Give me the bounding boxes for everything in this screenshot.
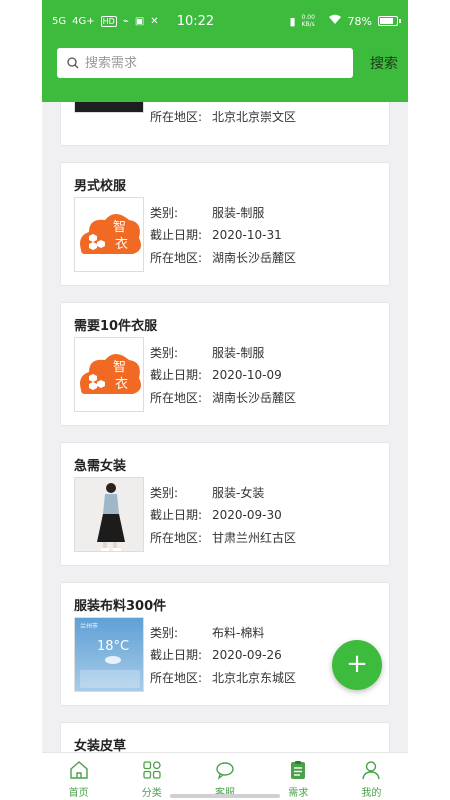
- weather-city: 兰州市: [80, 622, 98, 630]
- region-label: 所在地区:: [150, 250, 203, 265]
- item-title: 需要10件衣服: [74, 319, 158, 334]
- region-value: 北京北京东城区: [212, 670, 297, 685]
- category-value: 服装-制服: [212, 345, 265, 360]
- usb-icon: ⌁: [122, 15, 129, 27]
- item-image: 智 衣: [74, 337, 144, 412]
- search-input[interactable]: [85, 55, 325, 71]
- item-title: 服装布料300件: [74, 599, 167, 614]
- item-image: [74, 477, 144, 552]
- network-indicator-2: 4G+: [72, 15, 95, 27]
- search-box[interactable]: [57, 48, 353, 78]
- clipboard-icon: [291, 761, 306, 779]
- category-value: 服装-女装: [212, 485, 265, 500]
- status-bar: 5G 4G+ HD ⌁ ▣ ✕ 10:22 ▮ 0.00 KB/s 78%: [42, 0, 408, 42]
- bottom-tab-bar: 首页 分类 客服 需求 我的: [42, 752, 408, 800]
- add-demand-button[interactable]: +: [332, 640, 382, 690]
- region-label: 所在地区:: [150, 109, 203, 124]
- list-item[interactable]: 急需女装 类别: 服装-女装 截止日期: 2020-09-30 所在地区: 甘肃兰州红…: [60, 442, 390, 566]
- wifi-icon: [328, 14, 342, 28]
- item-image: [74, 102, 144, 113]
- home-indicator[interactable]: [170, 794, 280, 798]
- deadline-value: 2020-09-30: [212, 507, 282, 522]
- tab-demand[interactable]: 需求: [262, 753, 335, 800]
- tab-mine[interactable]: 我的: [335, 753, 408, 800]
- category-value: 布料-棉料: [212, 625, 265, 640]
- category-label: 类别:: [150, 345, 179, 360]
- category-label: 类别:: [150, 625, 179, 640]
- battery-icon: [378, 16, 401, 26]
- list-item[interactable]: 女装皮草: [60, 722, 390, 752]
- tools-icon: ✕: [150, 15, 159, 27]
- vibrate-icon: ▮: [289, 14, 296, 28]
- logo-char-1: 智: [113, 220, 126, 235]
- tab-label: 分类: [141, 788, 162, 799]
- category-value: 服装-制服: [212, 205, 265, 220]
- item-title: 女装皮草: [74, 739, 127, 752]
- tab-category[interactable]: 分类: [115, 753, 188, 800]
- deadline-value: 2020-10-09: [212, 367, 282, 382]
- search-button[interactable]: 搜索: [370, 53, 398, 73]
- category-label: 类别:: [150, 205, 179, 220]
- logo-char-1: 智: [113, 360, 126, 375]
- grid-icon: [143, 761, 161, 779]
- tab-service[interactable]: 客服: [188, 753, 261, 800]
- network-indicator: 5G: [52, 15, 67, 27]
- region-value: 北京北京崇文区: [212, 109, 297, 124]
- logo-char-2: 衣: [115, 236, 128, 252]
- tab-home[interactable]: 首页: [42, 753, 115, 800]
- sim-icon: ▣: [134, 15, 145, 27]
- deadline-label: 截止日期:: [150, 368, 203, 383]
- speed-indicator: 0.00 KB/s: [301, 14, 315, 28]
- deadline-label: 截止日期:: [150, 648, 203, 663]
- clock: 10:22: [176, 13, 215, 29]
- home-icon: [69, 761, 88, 779]
- plus-icon: +: [346, 649, 368, 679]
- region-label: 所在地区:: [150, 390, 203, 405]
- tab-label: 首页: [68, 788, 89, 799]
- region-value: 湖南长沙岳麓区: [212, 250, 297, 265]
- app-header: 5G 4G+ HD ⌁ ▣ ✕ 10:22 ▮ 0.00 KB/s 78% 搜索: [42, 0, 408, 102]
- tab-label: 我的: [361, 788, 382, 799]
- item-title: 男式校服: [74, 179, 127, 194]
- region-label: 所在地区:: [150, 530, 203, 545]
- user-icon: [362, 761, 381, 780]
- region-value: 湖南长沙岳麓区: [212, 390, 297, 405]
- list-item[interactable]: 所在地区: 北京北京崇文区: [60, 102, 390, 146]
- region-label: 所在地区:: [150, 670, 203, 685]
- list-item[interactable]: 服装布料300件 兰州市 18°C 类别: 布料-棉料 截止日期: 2020-09-…: [60, 582, 390, 706]
- list-item[interactable]: 需要10件衣服 智 衣 类别: 服装-制服 截止日期: 2020-10-09 所在地…: [60, 302, 390, 426]
- deadline-label: 截止日期:: [150, 228, 203, 243]
- weather-temp: 18°C: [97, 639, 129, 654]
- search-icon: [67, 54, 79, 73]
- item-image: 智 衣: [74, 197, 144, 272]
- item-title: 急需女装: [74, 459, 127, 474]
- item-image: 兰州市 18°C: [74, 617, 144, 692]
- list-item[interactable]: 男式校服 智 衣 类别: 服装-制服 截止日期: 2020-10-31 所在地区: 湖…: [60, 162, 390, 286]
- region-value: 甘肃兰州红古区: [212, 530, 297, 545]
- logo-char-2: 衣: [115, 376, 128, 392]
- battery-percent: 78%: [347, 14, 372, 28]
- chat-icon: [216, 762, 234, 780]
- tab-label: 需求: [288, 788, 309, 799]
- deadline-label: 截止日期:: [150, 508, 203, 523]
- deadline-value: 2020-09-26: [212, 647, 282, 662]
- hd-indicator: HD: [100, 15, 117, 27]
- deadline-value: 2020-10-31: [212, 227, 282, 242]
- category-label: 类别:: [150, 485, 179, 500]
